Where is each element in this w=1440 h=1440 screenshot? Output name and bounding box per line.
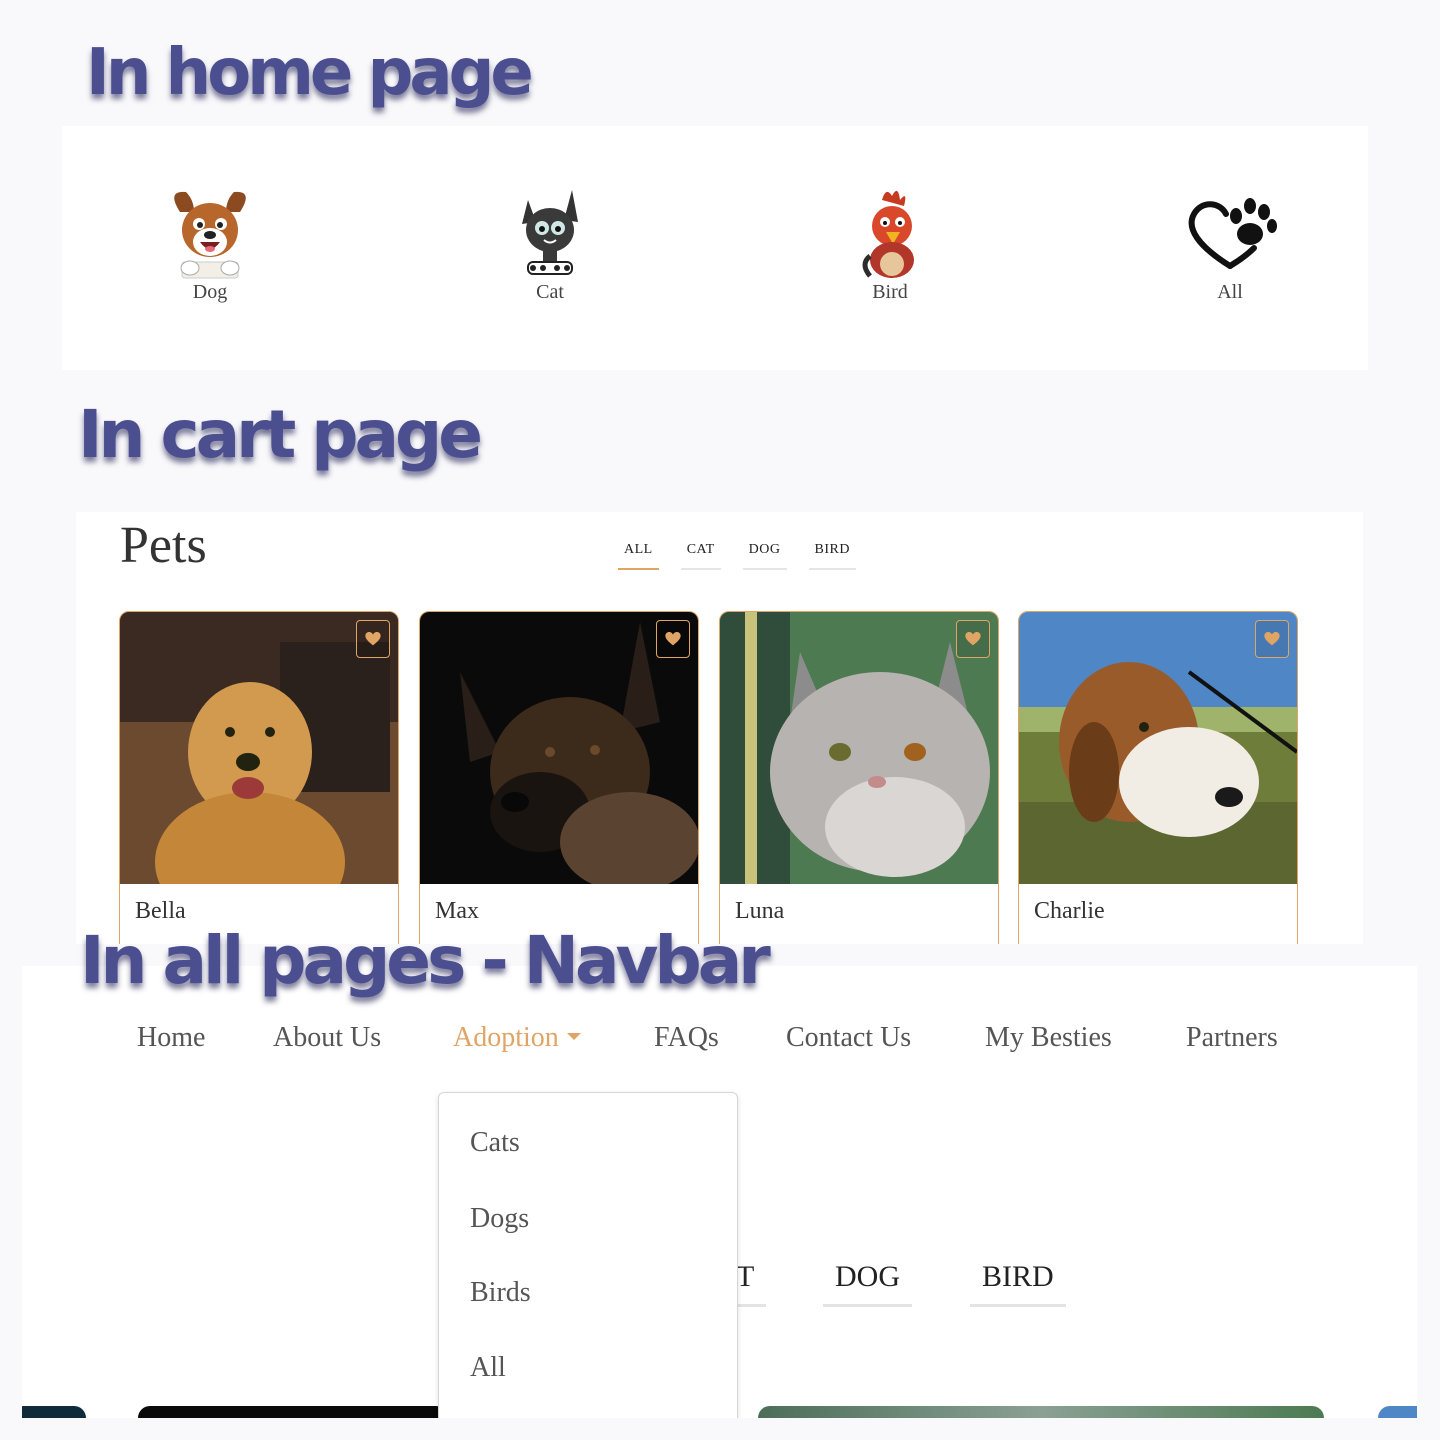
filter-tab-bird[interactable]: BIRD bbox=[808, 540, 856, 570]
favorite-button[interactable] bbox=[356, 620, 390, 658]
nav-item-contact-us[interactable]: Contact Us bbox=[786, 1022, 911, 1054]
background-card-edge bbox=[22, 1406, 86, 1418]
dropdown-item-dogs[interactable]: Dogs bbox=[470, 1203, 529, 1235]
heart-icon bbox=[965, 632, 981, 646]
pet-name: Bella bbox=[135, 898, 186, 924]
filter-tab-cat[interactable]: CAT bbox=[680, 540, 721, 570]
pet-card[interactable]: Bella bbox=[119, 611, 399, 944]
heart-icon bbox=[665, 632, 681, 646]
dropdown-item-birds[interactable]: Birds bbox=[470, 1277, 531, 1309]
heading-navbar: In all pages - Navbar bbox=[80, 922, 771, 999]
nav-item-adoption[interactable]: Adoption bbox=[453, 1022, 581, 1054]
favorite-button[interactable] bbox=[1255, 620, 1289, 658]
heading-cart-page: In cart page bbox=[78, 396, 483, 473]
pet-card[interactable]: Max bbox=[419, 611, 699, 944]
background-filter-bird[interactable]: BIRD bbox=[970, 1260, 1066, 1307]
pet-card[interactable]: Charlie bbox=[1018, 611, 1298, 944]
caret-down-icon bbox=[566, 1033, 581, 1041]
category-cat[interactable]: Cat bbox=[490, 182, 610, 304]
nav-item-partners[interactable]: Partners bbox=[1186, 1022, 1278, 1054]
heart-icon bbox=[365, 632, 381, 646]
background-filter-dog[interactable]: DOG bbox=[823, 1260, 912, 1307]
category-dog[interactable]: Dog bbox=[150, 182, 270, 304]
category-label: Cat bbox=[536, 281, 564, 303]
category-bird[interactable]: Bird bbox=[830, 182, 950, 304]
dropdown-item-cats[interactable]: Cats bbox=[470, 1127, 520, 1159]
pet-name: Luna bbox=[735, 898, 785, 924]
dog-icon bbox=[174, 191, 246, 279]
category-label: Bird bbox=[872, 281, 908, 303]
background-card-edge bbox=[138, 1406, 448, 1418]
category-label: All bbox=[1217, 281, 1243, 303]
nav-item-faqs[interactable]: FAQs bbox=[654, 1022, 719, 1054]
navbar-panel: Home About Us Adoption FAQs Contact Us M… bbox=[22, 966, 1417, 1418]
filter-tab-dog[interactable]: DOG bbox=[742, 540, 787, 570]
nav-item-my-besties[interactable]: My Besties bbox=[985, 1022, 1112, 1054]
pet-card[interactable]: Luna bbox=[719, 611, 999, 944]
favorite-button[interactable] bbox=[656, 620, 690, 658]
heart-paw-icon bbox=[1188, 198, 1277, 269]
background-card-edge bbox=[1378, 1406, 1417, 1418]
home-category-panel: Dog Cat Bird All bbox=[62, 126, 1368, 370]
heart-icon bbox=[1264, 632, 1280, 646]
nav-item-adoption-label: Adoption bbox=[453, 1022, 559, 1053]
pet-name: Max bbox=[435, 898, 479, 924]
category-label: Dog bbox=[192, 281, 228, 303]
background-card-edge bbox=[758, 1406, 1324, 1418]
adoption-dropdown-menu: Cats Dogs Birds All bbox=[438, 1092, 738, 1418]
category-all[interactable]: All bbox=[1170, 182, 1290, 304]
filter-tab-all[interactable]: ALL bbox=[618, 540, 659, 570]
pet-name: Charlie bbox=[1034, 898, 1105, 924]
heading-home-page: In home page bbox=[86, 36, 534, 110]
nav-item-home[interactable]: Home bbox=[137, 1022, 205, 1054]
nav-item-about-us[interactable]: About Us bbox=[273, 1022, 381, 1054]
dropdown-item-all[interactable]: All bbox=[470, 1352, 506, 1384]
cat-icon bbox=[522, 190, 578, 275]
page-title: Pets bbox=[120, 517, 207, 574]
filter-tabs: ALL CAT DOG BIRD bbox=[618, 540, 856, 570]
favorite-button[interactable] bbox=[956, 620, 990, 658]
cart-pets-panel: Pets ALL CAT DOG BIRD Bella Max Luna Cha… bbox=[76, 512, 1363, 944]
bird-icon bbox=[862, 190, 914, 278]
